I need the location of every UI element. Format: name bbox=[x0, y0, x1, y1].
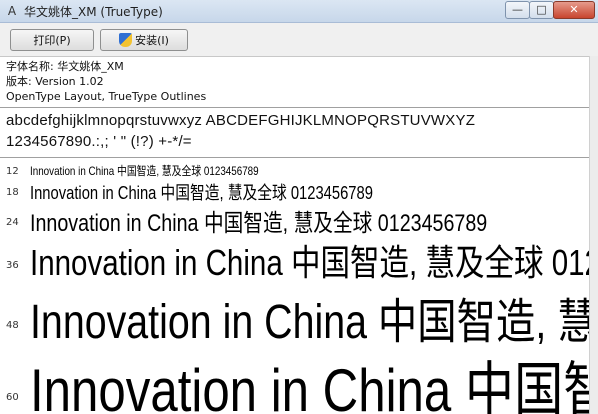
sample-row-36: 36 Innovation in China 中国智造, 慧及全球 012345… bbox=[0, 234, 589, 280]
font-file-icon: A bbox=[7, 4, 17, 18]
size-label: 36 bbox=[6, 260, 19, 271]
vertical-scrollbar[interactable] bbox=[589, 56, 598, 414]
minimize-button[interactable]: — bbox=[505, 1, 530, 19]
charset-digits-symbols: 1234567890.:,; ' " (!?) +-*/= bbox=[6, 133, 192, 150]
sample-row-60: 60 Innovation in China 中国智造, 慧及全球 012345… bbox=[0, 344, 589, 414]
print-button[interactable]: 打印(P) bbox=[10, 29, 94, 51]
divider bbox=[0, 157, 589, 158]
sample-text: Innovation in China 中国智造, 慧及全球 012345678… bbox=[30, 296, 589, 344]
sample-row-12: 12 Innovation in China 中国智造, 慧及全球 012345… bbox=[0, 160, 589, 180]
sample-text: Innovation in China 中国智造, 慧及全球 012345678… bbox=[30, 242, 589, 280]
size-label: 48 bbox=[6, 320, 19, 331]
sample-row-48: 48 Innovation in China 中国智造, 慧及全球 012345… bbox=[0, 282, 589, 344]
install-button-label: 安装(I) bbox=[135, 34, 169, 47]
font-outlines: OpenType Layout, TrueType Outlines bbox=[6, 90, 207, 103]
sample-text: Innovation in China 中国智造, 慧及全球 012345678… bbox=[30, 357, 589, 414]
font-name: 字体名称: 华文姚体_XM bbox=[6, 60, 124, 73]
install-button[interactable]: 安装(I) bbox=[100, 29, 188, 51]
sample-text: Innovation in China 中国智造, 慧及全球 012345678… bbox=[30, 164, 259, 178]
sample-row-18: 18 Innovation in China 中国智造, 慧及全球 012345… bbox=[0, 178, 589, 204]
divider bbox=[0, 107, 589, 108]
close-button[interactable]: ✕ bbox=[553, 1, 595, 19]
sample-row-24: 24 Innovation in China 中国智造, 慧及全球 012345… bbox=[0, 203, 589, 235]
font-info: 字体名称: 华文姚体_XM 版本: Version 1.02 OpenType … bbox=[6, 59, 206, 104]
size-label: 24 bbox=[6, 217, 19, 228]
title-bar: A 华文姚体_XM (TrueType) — □ ✕ bbox=[0, 0, 598, 23]
charset-letters: abcdefghijklmnopqrstuvwxyz ABCDEFGHIJKLM… bbox=[6, 112, 476, 129]
size-label: 60 bbox=[6, 392, 19, 403]
toolbar: 打印(P) 安装(I) bbox=[0, 23, 598, 57]
uac-shield-icon bbox=[119, 33, 133, 47]
print-button-label: 打印(P) bbox=[33, 34, 71, 47]
maximize-button[interactable]: □ bbox=[529, 1, 554, 19]
sample-text: Innovation in China 中国智造, 慧及全球 012345678… bbox=[30, 210, 488, 235]
sample-text: Innovation in China 中国智造, 慧及全球 012345678… bbox=[30, 183, 373, 203]
font-version: 版本: Version 1.02 bbox=[6, 75, 104, 88]
size-label: 12 bbox=[6, 166, 19, 177]
size-label: 18 bbox=[6, 187, 19, 198]
window-title: 华文姚体_XM (TrueType) bbox=[24, 5, 163, 19]
